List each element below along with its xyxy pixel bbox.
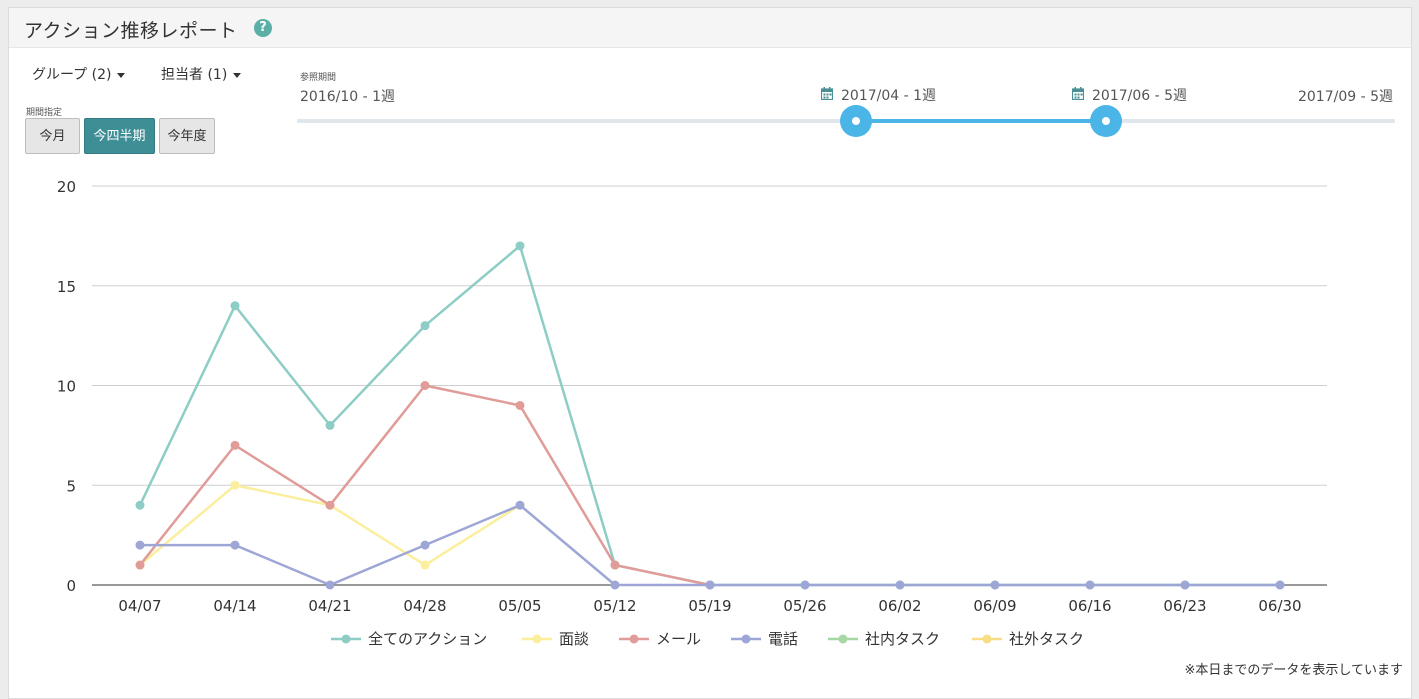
legend-item: 全てのアクション bbox=[331, 630, 487, 648]
data-point bbox=[325, 500, 335, 510]
x-tick-label: 04/14 bbox=[213, 597, 256, 615]
data-point bbox=[705, 580, 715, 590]
data-point bbox=[135, 560, 145, 570]
data-point bbox=[610, 560, 620, 570]
x-tick-label: 05/26 bbox=[783, 597, 826, 615]
data-point bbox=[1180, 580, 1190, 590]
data-point bbox=[895, 580, 905, 590]
legend-marker bbox=[982, 634, 992, 644]
line-chart: 0 5 10 15 20 04/07 04/14 04/21 04/28 05/05 05/12 05… bbox=[57, 178, 1327, 648]
x-tick-label: 04/21 bbox=[308, 597, 351, 615]
legend-item: 社内タスク bbox=[828, 630, 940, 648]
y-tick-label: 10 bbox=[57, 378, 76, 396]
x-tick-label: 06/02 bbox=[878, 597, 921, 615]
legend-label: 全てのアクション bbox=[368, 630, 487, 648]
x-tick-label: 06/30 bbox=[1258, 597, 1301, 615]
footer-note: ※本日までのデータを表示しています bbox=[1184, 663, 1403, 678]
x-tick-label: 05/12 bbox=[593, 597, 636, 615]
legend-item: 電話 bbox=[731, 630, 798, 648]
legend-item: メール bbox=[619, 630, 701, 648]
data-point bbox=[1085, 580, 1095, 590]
x-tick-label: 05/05 bbox=[498, 597, 541, 615]
data-point bbox=[420, 321, 430, 331]
legend-label: 社内タスク bbox=[865, 630, 940, 648]
y-tick-label: 15 bbox=[57, 278, 76, 296]
legend-marker bbox=[838, 634, 848, 644]
data-point bbox=[230, 440, 240, 450]
legend-label: 面談 bbox=[559, 630, 589, 648]
data-point bbox=[325, 420, 335, 430]
legend-marker bbox=[741, 634, 751, 644]
x-tick-label: 06/16 bbox=[1068, 597, 1111, 615]
data-point bbox=[800, 580, 810, 590]
data-point bbox=[420, 381, 430, 390]
data-point bbox=[230, 540, 240, 550]
legend-marker bbox=[629, 634, 639, 644]
data-point bbox=[325, 580, 335, 590]
legend-marker bbox=[532, 634, 542, 644]
legend-item: 面談 bbox=[522, 630, 589, 648]
series-0 bbox=[135, 241, 1285, 590]
series-3 bbox=[135, 500, 1285, 590]
data-point bbox=[135, 500, 145, 510]
data-point bbox=[420, 540, 430, 550]
data-point bbox=[230, 301, 240, 311]
data-point bbox=[1275, 580, 1285, 590]
y-tick-label: 5 bbox=[66, 477, 76, 495]
x-tick-label: 06/23 bbox=[1163, 597, 1206, 615]
series-line bbox=[138, 244, 1280, 587]
data-point bbox=[420, 560, 430, 570]
legend-marker bbox=[341, 634, 351, 644]
x-tick-label: 04/28 bbox=[403, 597, 446, 615]
legend-label: 社外タスク bbox=[1009, 630, 1084, 648]
data-point bbox=[610, 580, 620, 590]
data-point bbox=[990, 580, 1000, 590]
y-tick-label: 20 bbox=[57, 178, 76, 196]
x-tick-label: 06/09 bbox=[973, 597, 1016, 615]
data-point bbox=[515, 400, 525, 410]
series-line bbox=[140, 503, 1280, 587]
y-tick-label: 0 bbox=[66, 577, 76, 595]
data-point bbox=[135, 540, 145, 550]
legend-label: 電話 bbox=[768, 630, 798, 648]
x-tick-label: 05/19 bbox=[688, 597, 731, 615]
data-point bbox=[515, 241, 525, 251]
data-point bbox=[230, 480, 240, 490]
legend-label: メール bbox=[656, 630, 701, 648]
series-1 bbox=[135, 480, 525, 570]
legend-item: 社外タスク bbox=[972, 630, 1084, 648]
series-line bbox=[139, 484, 521, 567]
x-tick-label: 04/07 bbox=[118, 597, 161, 615]
data-point bbox=[515, 500, 525, 510]
